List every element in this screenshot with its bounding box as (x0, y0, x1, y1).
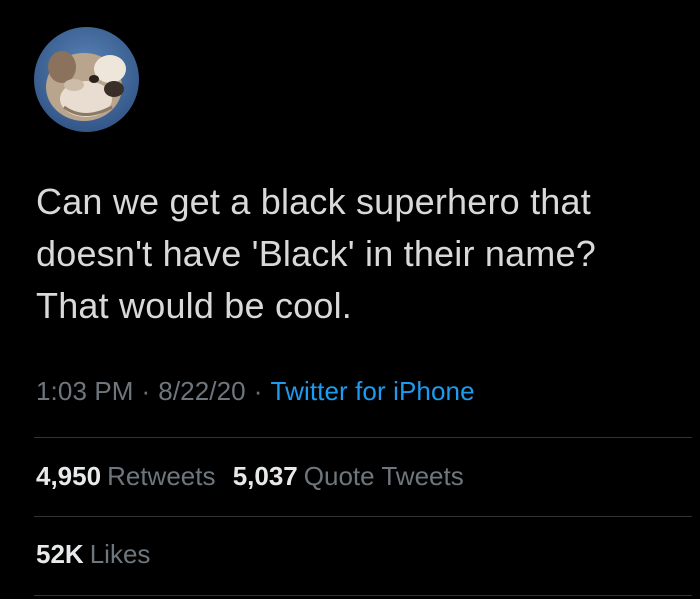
likes-row: 52K Likes (36, 539, 160, 570)
likes-label: Likes (89, 539, 151, 569)
retweets-count: 4,950 (36, 461, 102, 491)
tweet-text-line: Can we get a black superhero that (36, 181, 591, 222)
tweet-text: Can we get a black superhero that doesn'… (36, 176, 676, 332)
quote-tweets-stat[interactable]: 5,037 Quote Tweets (233, 461, 464, 491)
quote-tweets-label: Quote Tweets (303, 461, 464, 491)
tweet-source-link[interactable]: Twitter for iPhone (271, 376, 475, 406)
likes-stat[interactable]: 52K Likes (36, 539, 150, 569)
tweet-text-line: That would be cool. (36, 285, 352, 326)
retweets-stat[interactable]: 4,950 Retweets (36, 461, 215, 491)
bulldog-avatar-icon (34, 27, 139, 132)
engagement-stats: 4,950 Retweets 5,037 Quote Tweets (36, 461, 474, 492)
divider (34, 595, 692, 596)
tweet-text-line: doesn't have 'Black' in their name? (36, 233, 596, 274)
divider (34, 516, 692, 517)
likes-count: 52K (36, 539, 84, 569)
meta-separator: · (141, 376, 151, 406)
tweet-meta: 1:03 PM · 8/22/20 · Twitter for iPhone (36, 376, 475, 407)
divider (34, 437, 692, 438)
quote-tweets-count: 5,037 (232, 461, 298, 491)
tweet-date[interactable]: 8/22/20 (158, 376, 245, 406)
tweet-time[interactable]: 1:03 PM (36, 376, 134, 406)
meta-separator: · (253, 376, 263, 406)
user-avatar[interactable] (34, 27, 139, 132)
tweet-card: Can we get a black superhero that doesn'… (0, 0, 700, 599)
retweets-label: Retweets (107, 461, 216, 491)
